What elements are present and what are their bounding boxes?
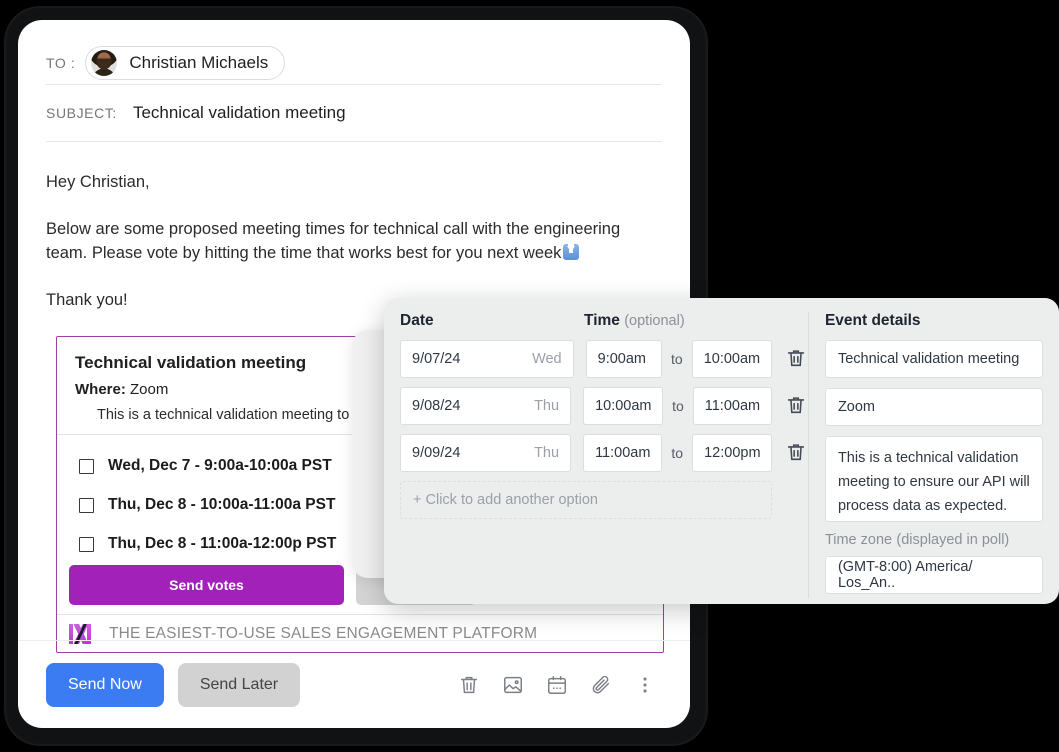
calendar-icon[interactable]	[546, 674, 568, 696]
end-time-input[interactable]: 12:00pm	[692, 434, 773, 472]
poll-option-label: Thu, Dec 8 - 10:00a-11:00a PST	[108, 496, 336, 513]
screen: TO : Christian Michaels SUBJECT: Technic…	[0, 0, 1059, 752]
end-time-input[interactable]: 10:00am	[691, 340, 772, 378]
to-label: TO :	[46, 55, 76, 71]
poll-option-label: Wed, Dec 7 - 9:00a-10:00a PST	[108, 457, 332, 474]
poll-where-label: Where:	[75, 381, 126, 398]
start-time-input[interactable]: 11:00am	[583, 434, 663, 472]
paperclip-icon[interactable]	[590, 674, 612, 696]
email-body[interactable]: Hey Christian, Below are some proposed m…	[18, 142, 690, 312]
event-location-input[interactable]: Zoom	[824, 388, 1043, 426]
date-value: 9/07/24	[412, 351, 461, 367]
delete-option-button[interactable]	[784, 440, 808, 466]
poll-option-label: Thu, Dec 8 - 11:00a-12:00p PST	[108, 535, 337, 552]
event-details-header: Event details	[824, 312, 921, 329]
start-time-input[interactable]: 9:00am	[585, 340, 662, 378]
day-of-week: Thu	[534, 398, 560, 414]
meeting-options-popup: Date Time (optional) 9/07/24 Wed 9:00am …	[384, 298, 1059, 604]
start-time-input[interactable]: 10:00am	[583, 387, 664, 425]
timezone-select[interactable]: (GMT-8:00) America/ Los_An..	[824, 556, 1043, 594]
add-another-option-button[interactable]: + Click to add another option	[400, 481, 772, 519]
timezone-label: Time zone (displayed in poll)	[824, 532, 1010, 548]
compose-toolbar: Send Now Send Later	[18, 640, 690, 728]
event-title-input[interactable]: Technical validation meeting	[824, 340, 1043, 378]
popup-column-headers: Date Time (optional)	[400, 312, 808, 340]
recipient-name: Christian Michaels	[129, 53, 269, 72]
date-input[interactable]: 9/09/24 Thu	[400, 434, 572, 472]
recipient-chip[interactable]: Christian Michaels	[85, 46, 286, 80]
to-row: TO : Christian Michaels	[18, 20, 690, 84]
send-votes-button[interactable]: Send votes	[69, 565, 344, 605]
date-value: 9/08/24	[412, 398, 461, 414]
to-separator: to	[671, 351, 683, 367]
date-time-row: 9/09/24 Thu 11:00am to 12:00pm	[400, 434, 808, 472]
delete-option-button[interactable]	[784, 346, 808, 372]
to-separator: to	[671, 445, 684, 461]
body-greeting: Hey Christian,	[46, 173, 150, 191]
more-vertical-icon[interactable]	[634, 674, 656, 696]
checkbox-icon[interactable]	[79, 458, 94, 474]
popup-columns: Date Time (optional) 9/07/24 Wed 9:00am …	[400, 312, 1043, 604]
subject-row[interactable]: SUBJECT: Technical validation meeting	[18, 85, 690, 141]
date-time-row: 9/07/24 Wed 9:00am to 10:00am	[400, 340, 808, 378]
popup-schedule-column: Date Time (optional) 9/07/24 Wed 9:00am …	[400, 312, 808, 604]
avatar	[91, 50, 118, 76]
time-column-header: Time (optional)	[584, 312, 685, 329]
event-details-column: Event details Technical validation meeti…	[809, 312, 1043, 604]
subject-label: SUBJECT:	[46, 105, 117, 121]
event-description-input[interactable]: This is a technical validation meeting t…	[824, 436, 1043, 522]
timezone-note: (displayed in poll)	[896, 532, 1010, 548]
checkbox-icon[interactable]	[79, 536, 94, 552]
date-time-row: 9/08/24 Thu 10:00am to 11:00am	[400, 387, 808, 425]
poll-where-value: Zoom	[130, 381, 169, 398]
subject-input[interactable]: Technical validation meeting	[133, 103, 346, 123]
trash-icon[interactable]	[458, 674, 480, 696]
send-now-button[interactable]: Send Now	[46, 662, 164, 707]
day-of-week: Wed	[532, 351, 562, 367]
checkbox-icon[interactable]	[79, 497, 94, 513]
date-column-header: Date	[400, 312, 434, 329]
to-separator: to	[672, 398, 684, 414]
arrow-down-emoji-icon	[563, 244, 580, 260]
delete-option-button[interactable]	[784, 393, 808, 419]
date-value: 9/09/24	[412, 445, 461, 461]
end-time-input[interactable]: 11:00am	[692, 387, 773, 425]
time-optional-note: (optional)	[624, 313, 685, 329]
image-icon[interactable]	[502, 674, 524, 696]
send-later-button[interactable]: Send Later	[177, 662, 301, 707]
body-paragraph: Below are some proposed meeting times fo…	[46, 220, 621, 262]
toolbar-icon-group	[458, 674, 662, 696]
day-of-week: Thu	[534, 445, 560, 461]
date-input[interactable]: 9/07/24 Wed	[400, 340, 574, 378]
date-input[interactable]: 9/08/24 Thu	[400, 387, 572, 425]
